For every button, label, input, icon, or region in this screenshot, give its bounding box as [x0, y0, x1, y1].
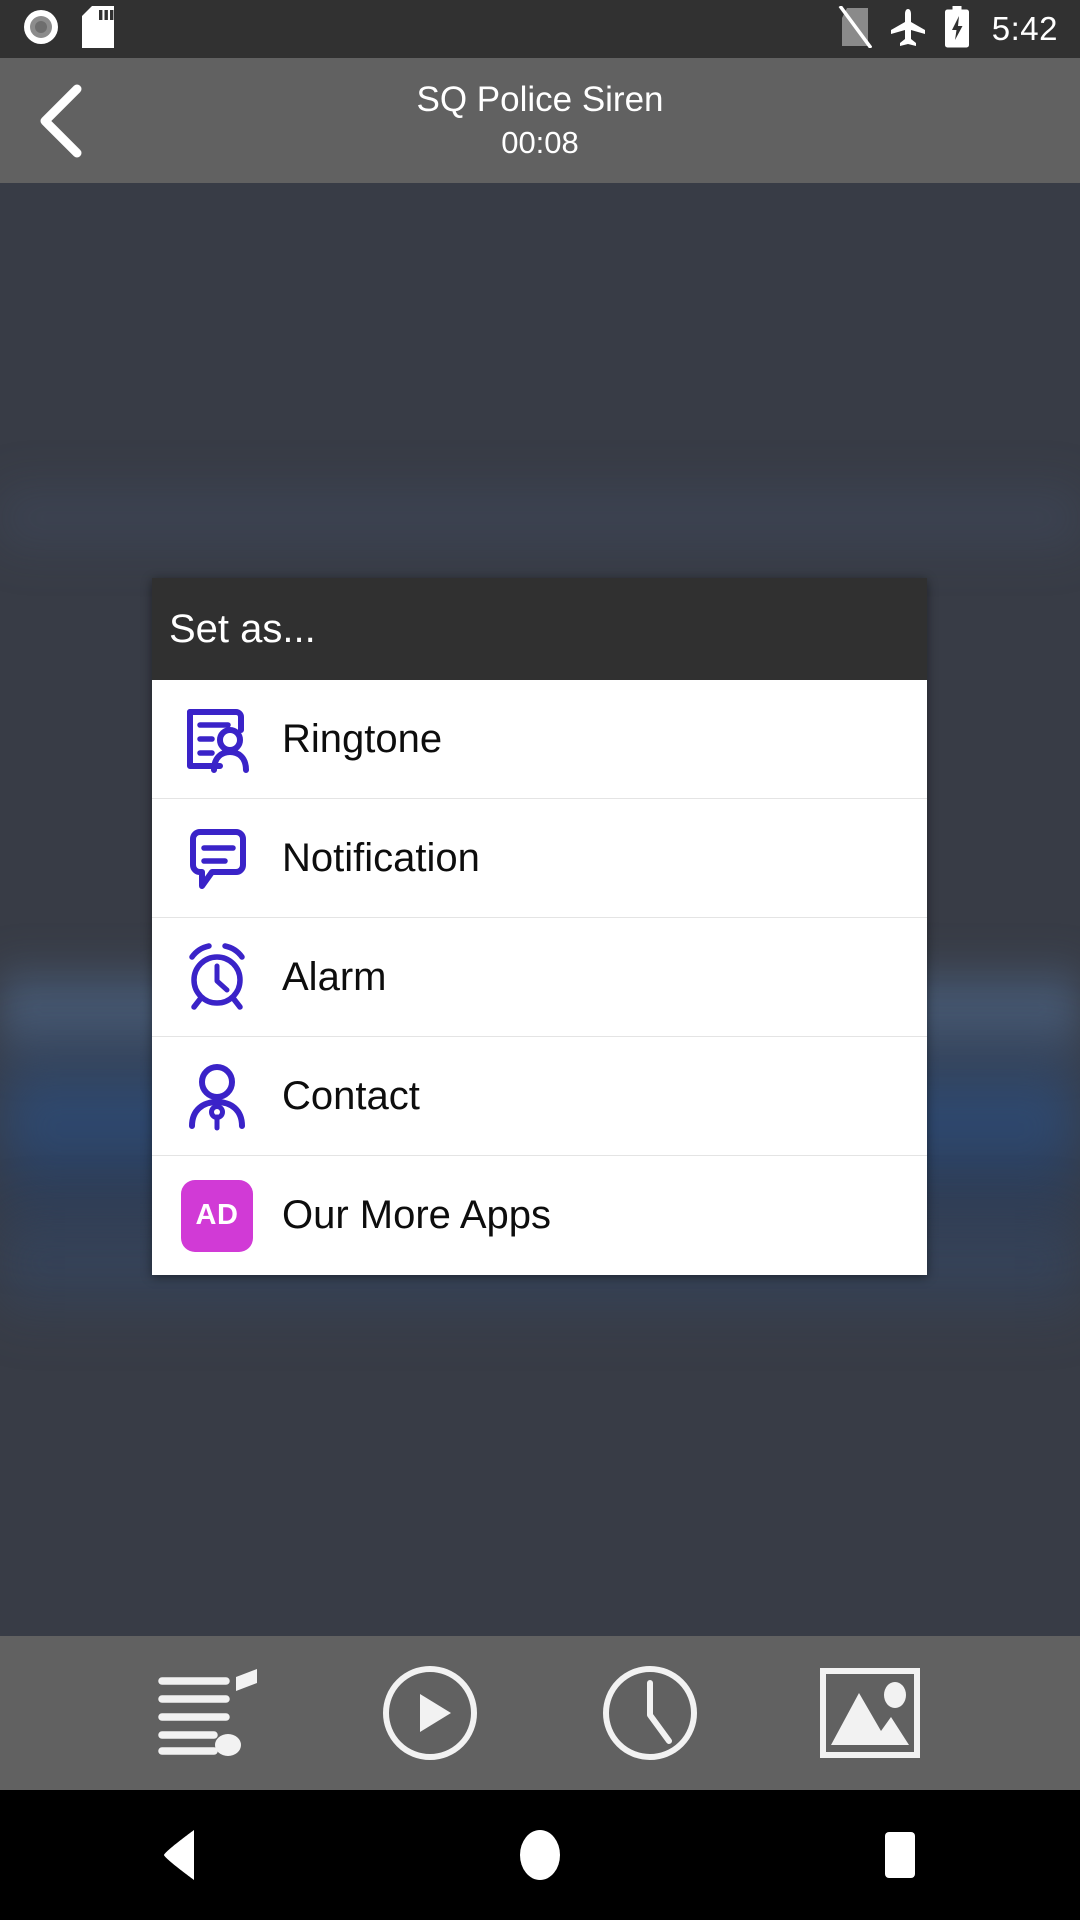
track-duration: 00:08: [501, 124, 579, 160]
status-bar-clock: 5:42: [991, 10, 1058, 47]
dialog-option-alarm[interactable]: Alarm: [152, 918, 927, 1037]
dialog-option-our-more-apps[interactable]: AD Our More Apps: [152, 1156, 927, 1275]
dialog-option-label: Our More Apps: [282, 1193, 552, 1237]
playlist-music-icon[interactable]: [155, 1658, 265, 1768]
app-header: SQ Police Siren 00:08: [0, 58, 1080, 183]
phone-screen: 5:42 SQ Police Siren 00:08 Set as... Rin…: [0, 0, 1080, 1920]
clock-icon[interactable]: [595, 1658, 705, 1768]
gallery-image-icon[interactable]: [815, 1658, 925, 1768]
android-back-icon[interactable]: [110, 1790, 250, 1920]
status-bar-right-icons: 5:42: [838, 4, 1058, 53]
dialog-option-ringtone[interactable]: Ringtone: [152, 680, 927, 799]
contact-person-icon: [152, 1059, 282, 1133]
status-bar: 5:42: [0, 0, 1080, 58]
dialog-option-label: Ringtone: [282, 716, 443, 761]
dialog-title: Set as...: [169, 606, 316, 651]
bottom-toolbar: [0, 1636, 1080, 1790]
set-as-dialog: Set as... Ringtone Notification Alarm Co…: [152, 578, 927, 1275]
dialog-option-label: Notification: [282, 835, 480, 880]
back-chevron-icon[interactable]: [22, 80, 104, 162]
no-sim-icon: [838, 4, 873, 53]
play-circle-icon[interactable]: [375, 1658, 485, 1768]
status-bar-left-icons: [22, 5, 114, 53]
dialog-header: Set as...: [152, 578, 927, 680]
dialog-option-contact[interactable]: Contact: [152, 1037, 927, 1156]
dialog-option-list: Ringtone Notification Alarm Contact AD O…: [152, 680, 927, 1275]
background-glow-top: [0, 473, 1080, 563]
battery-charging-icon: [944, 5, 970, 53]
recording-disc-icon: [22, 8, 60, 51]
airplane-mode-icon: [888, 7, 928, 52]
dialog-option-notification[interactable]: Notification: [152, 799, 927, 918]
dialog-option-label: Alarm: [282, 954, 387, 999]
wallpaper-area: Set as... Ringtone Notification Alarm Co…: [0, 183, 1080, 1636]
sd-card-icon: [82, 5, 114, 53]
android-nav-bar: [0, 1790, 1080, 1920]
ringtone-contact-card-icon: [152, 702, 282, 776]
dialog-option-label: Contact: [282, 1073, 420, 1118]
page-title: SQ Police Siren: [416, 79, 664, 119]
ad-badge-text: AD: [181, 1179, 253, 1252]
speech-bubble-icon: [152, 821, 282, 895]
android-recents-icon[interactable]: [830, 1790, 970, 1920]
ad-badge-icon: AD: [152, 1179, 282, 1252]
android-home-icon[interactable]: [470, 1790, 610, 1920]
alarm-clock-icon: [152, 940, 282, 1014]
